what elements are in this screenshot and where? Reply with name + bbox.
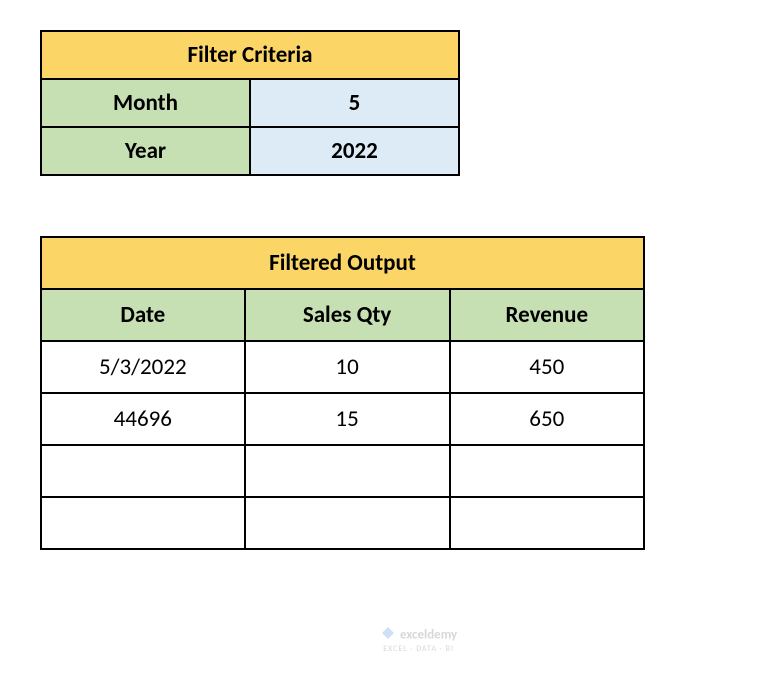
cell-revenue [450, 497, 644, 549]
criteria-label-year: Year [41, 127, 250, 175]
filter-criteria-title: Filter Criteria [41, 31, 459, 79]
column-header-revenue: Revenue [450, 289, 644, 341]
cell-revenue: 650 [450, 393, 644, 445]
watermark-brand: exceldemy [400, 627, 457, 642]
cell-qty: 10 [245, 341, 450, 393]
criteria-label-month: Month [41, 79, 250, 127]
table-row: Year 2022 [41, 127, 459, 175]
table-row: 5/3/2022 10 450 [41, 341, 644, 393]
cell-qty: 15 [245, 393, 450, 445]
criteria-value-month: 5 [250, 79, 459, 127]
filtered-output-title: Filtered Output [41, 237, 644, 289]
table-row [41, 497, 644, 549]
watermark: exceldemy EXCEL · DATA · BI [380, 625, 457, 654]
table-row: Month 5 [41, 79, 459, 127]
cell-date: 44696 [41, 393, 245, 445]
cell-revenue: 450 [450, 341, 644, 393]
table-row [41, 445, 644, 497]
cell-revenue [450, 445, 644, 497]
cell-date [41, 445, 245, 497]
column-header-date: Date [41, 289, 245, 341]
cell-qty [245, 497, 450, 549]
cell-date [41, 497, 245, 549]
filtered-output-table: Filtered Output Date Sales Qty Revenue 5… [40, 236, 645, 550]
table-row: 44696 15 650 [41, 393, 644, 445]
table-row: Date Sales Qty Revenue [41, 289, 644, 341]
filter-criteria-table: Filter Criteria Month 5 Year 2022 [40, 30, 460, 176]
cell-qty [245, 445, 450, 497]
criteria-value-year: 2022 [250, 127, 459, 175]
cell-date: 5/3/2022 [41, 341, 245, 393]
logo-icon [380, 625, 396, 645]
watermark-tagline: EXCEL · DATA · BI [380, 645, 457, 654]
column-header-salesqty: Sales Qty [245, 289, 450, 341]
